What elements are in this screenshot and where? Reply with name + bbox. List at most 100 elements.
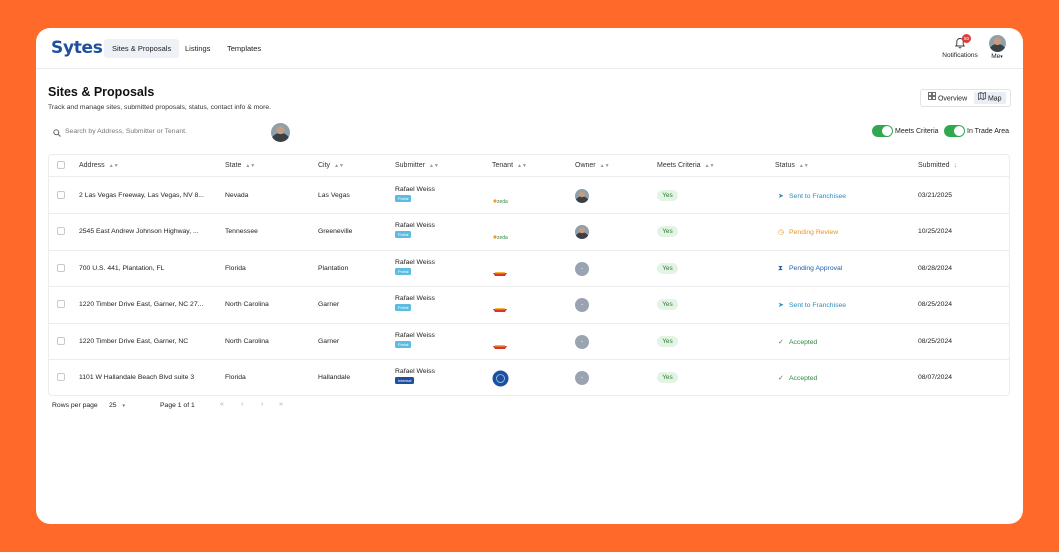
address-cell[interactable]: 2545 East Andrew Johnson Highway, ...: [79, 228, 199, 235]
meets-criteria-badge: Yes: [657, 190, 678, 201]
submitter-name: Rafael Weiss: [395, 222, 435, 230]
toggle-switch[interactable]: [944, 125, 965, 138]
nav-templates[interactable]: Templates: [219, 39, 269, 58]
meets-criteria-badge: Yes: [657, 372, 678, 383]
sort-icon: ▲▼: [428, 163, 439, 169]
send-icon: ➤: [778, 193, 784, 200]
row-checkbox[interactable]: [57, 263, 65, 272]
col-city[interactable]: City ▲▼: [318, 155, 344, 177]
col-submitted[interactable]: Submitted ↓: [918, 155, 957, 177]
notification-count-badge: 50: [962, 34, 971, 43]
select-all-checkbox[interactable]: [57, 161, 65, 169]
owner-avatar-empty[interactable]: -: [575, 261, 589, 276]
page-subtitle: Track and manage sites, submitted propos…: [48, 104, 272, 111]
nav-listings[interactable]: Listings: [177, 39, 218, 58]
owner-avatar-empty[interactable]: -: [575, 334, 589, 349]
in-trade-area-label: In Trade Area: [967, 128, 1010, 135]
status-badge[interactable]: ✓ Accepted: [778, 374, 817, 382]
row-checkbox[interactable]: [57, 336, 65, 345]
address-cell[interactable]: 2 Las Vegas Freeway, Las Vegas, NV 8...: [79, 192, 204, 199]
submitter-source-tag: Portal: [395, 267, 412, 275]
rows-per-page-select[interactable]: 25 ▾: [109, 402, 125, 409]
status-badge[interactable]: ✓ Accepted: [778, 338, 817, 346]
state-cell: Nevada: [225, 192, 249, 199]
address-cell[interactable]: 1220 Timber Drive East, Garner, NC: [79, 338, 188, 345]
submitted-date-cell: 08/25/2024: [918, 337, 953, 345]
nav-sites-proposals[interactable]: Sites & Proposals: [104, 39, 180, 58]
first-page-icon[interactable]: «: [220, 401, 224, 408]
submitted-date-cell: 08/25/2024: [918, 301, 953, 309]
view-toggle: Overview Map: [920, 89, 1011, 107]
col-submitter[interactable]: Submitter ▲▼: [395, 155, 439, 177]
table-row[interactable]: 700 U.S. 441, Plantation, FL Florida Pla…: [49, 251, 1009, 288]
page-title: Sites & Proposals: [48, 85, 155, 99]
owner-avatar[interactable]: [575, 225, 589, 240]
status-badge[interactable]: ◷ Pending Review: [778, 228, 838, 236]
col-meets-criteria[interactable]: Meets Criteria ▲▼: [657, 155, 714, 177]
status-badge[interactable]: ➤ Sent to Franchisee: [778, 301, 846, 309]
notifications-button[interactable]: 50 Notifications: [942, 34, 978, 59]
submitter-cell: Rafael Weiss Internal: [395, 368, 435, 384]
table-row[interactable]: 2 Las Vegas Freeway, Las Vegas, NV 8... …: [49, 178, 1009, 215]
row-checkbox[interactable]: [57, 191, 65, 199]
user-menu[interactable]: Me▾: [986, 35, 1008, 60]
owner-avatar-empty[interactable]: -: [575, 298, 589, 313]
col-state[interactable]: State ▲▼: [225, 155, 255, 177]
clock-icon: ◷: [778, 229, 784, 237]
submitter-name: Rafael Weiss: [395, 186, 435, 193]
me-label: Me: [991, 53, 1001, 60]
map-button[interactable]: Map: [974, 91, 1006, 105]
row-checkbox[interactable]: [57, 300, 65, 309]
top-nav: Sytes Sites & Proposals Listings Templat…: [36, 28, 1023, 69]
table-row[interactable]: 2545 East Andrew Johnson Highway, ... Te…: [49, 214, 1009, 251]
row-checkbox[interactable]: [57, 227, 65, 236]
chevron-down-icon: ▾: [1000, 54, 1003, 60]
sort-icon: ▲▼: [798, 163, 809, 169]
submitter-cell: Rafael Weiss Portal: [395, 259, 435, 275]
col-status[interactable]: Status ▲▼: [775, 155, 809, 177]
row-checkbox[interactable]: [57, 373, 65, 381]
state-cell: Florida: [225, 264, 246, 272]
owner-avatar-empty[interactable]: -: [575, 371, 589, 385]
table-row[interactable]: 1220 Timber Drive East, Garner, NC 27...…: [49, 287, 1009, 324]
address-cell[interactable]: 1101 W Hallandale Beach Blvd suite 3: [79, 374, 194, 381]
notifications-label: Notifications: [942, 52, 978, 59]
sort-icon: ▲▼: [704, 163, 715, 169]
submitter-source-tag: Portal: [395, 304, 412, 312]
city-cell: Hallandale: [318, 374, 351, 381]
city-cell: Garner: [318, 301, 340, 309]
status-badge[interactable]: ➤ Sent to Franchisee: [778, 192, 846, 200]
submitter-name: Rafael Weiss: [395, 331, 435, 339]
toggle-switch[interactable]: [872, 125, 893, 138]
city-cell: Greeneville: [318, 228, 353, 236]
address-cell[interactable]: 700 U.S. 441, Plantation, FL: [79, 265, 164, 272]
logo[interactable]: Sytes: [51, 38, 103, 58]
city-cell: Garner: [318, 337, 340, 345]
avatar: [988, 35, 1006, 52]
col-owner[interactable]: Owner ▲▼: [575, 155, 610, 177]
meets-criteria-badge: Yes: [657, 262, 678, 274]
submitter-source-tag: Portal: [395, 340, 412, 348]
col-address[interactable]: Address ▲▼: [79, 155, 119, 177]
submitter-filter-avatar[interactable]: [271, 123, 290, 142]
last-page-icon[interactable]: »: [279, 401, 283, 408]
prev-page-icon[interactable]: ‹: [241, 401, 243, 408]
overview-button[interactable]: Overview: [924, 92, 972, 104]
city-cell: Las Vegas: [318, 192, 350, 199]
address-cell[interactable]: 1220 Timber Drive East, Garner, NC 27...: [79, 301, 203, 308]
col-tenant[interactable]: Tenant ▲▼: [492, 155, 527, 177]
submitted-date-cell: 03/21/2025: [918, 192, 953, 199]
table-row[interactable]: 1101 W Hallandale Beach Blvd suite 3 Flo…: [49, 360, 1009, 396]
next-page-icon[interactable]: ›: [261, 401, 263, 408]
send-icon: ➤: [778, 302, 784, 310]
table-header: Address ▲▼ State ▲▼ City ▲▼ Submitter ▲▼ Ten…: [49, 155, 1009, 177]
table-row[interactable]: 1220 Timber Drive East, Garner, NC North…: [49, 324, 1009, 360]
map-icon: [978, 91, 986, 105]
meets-criteria-toggle[interactable]: Meets Criteria: [872, 125, 939, 138]
owner-avatar[interactable]: [575, 189, 589, 203]
in-trade-area-toggle[interactable]: In Trade Area: [944, 125, 1009, 138]
status-badge[interactable]: ⧗ Pending Approval: [778, 265, 842, 273]
search-input[interactable]: Search by Address, Submitter or Tenant.: [48, 124, 266, 139]
map-label: Map: [987, 95, 1002, 103]
tenant-logo-icon: [492, 338, 508, 356]
